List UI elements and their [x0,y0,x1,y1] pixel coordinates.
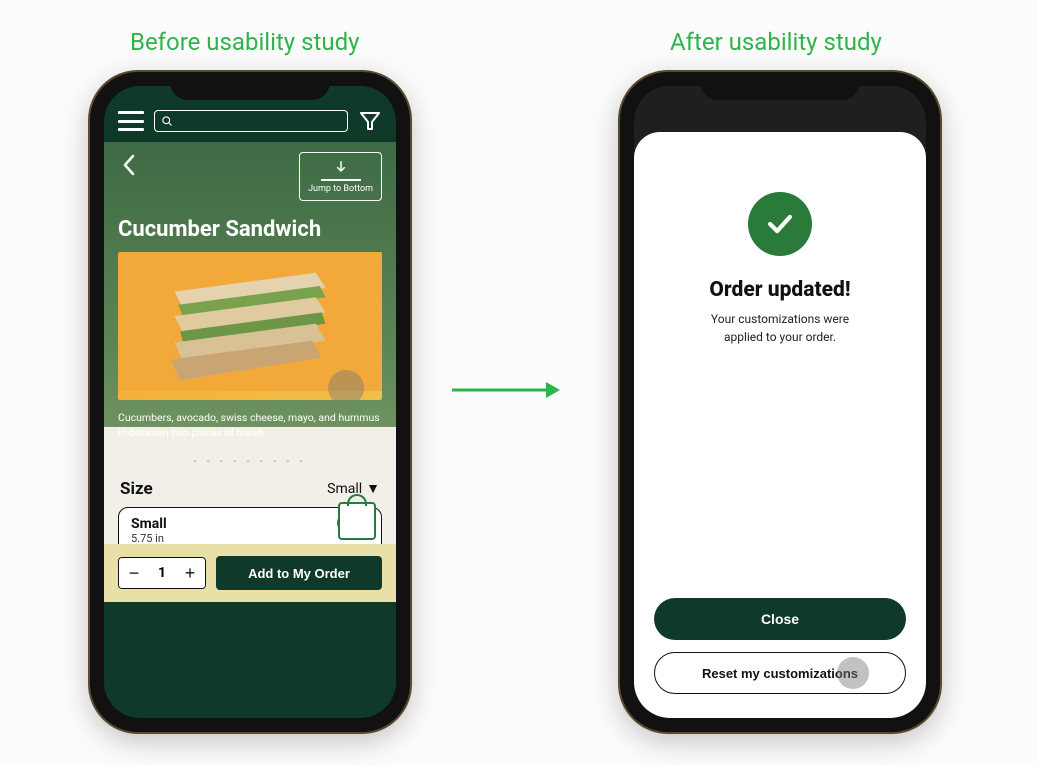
quantity-stepper: − 1 + [118,557,206,589]
back-button[interactable] [118,152,140,184]
product-hero: Jump to Bottom Cucumber Sandwich [104,142,396,602]
menu-icon[interactable] [118,111,144,131]
phone-after: Order updated! Your customizations were … [620,72,940,732]
download-icon [332,159,350,177]
screen-after: Order updated! Your customizations were … [634,86,926,718]
after-heading: After usability study [670,28,882,56]
arrow-right-icon [450,380,560,400]
success-check-icon [748,192,812,256]
size-option-name: Small [131,516,167,532]
jump-to-bottom-button[interactable]: Jump to Bottom [299,152,382,201]
screen-before: Jump to Bottom Cucumber Sandwich [104,86,396,718]
add-to-order-bar: − 1 + Add to My Order [104,544,396,602]
size-heading: Size [120,479,153,499]
search-icon [161,115,173,127]
bag-icon[interactable] [338,502,376,540]
modal-title: Order updated! [709,278,850,302]
reset-customizations-button[interactable]: Reset my customizations [654,652,906,694]
phone-notch [170,72,330,100]
touch-indicator [837,657,869,689]
add-to-order-button[interactable]: Add to My Order [216,556,382,590]
phone-notch [700,72,860,100]
before-heading: Before usability study [130,28,359,56]
close-button[interactable]: Close [654,598,906,640]
product-title: Cucumber Sandwich [118,217,382,242]
chevron-down-icon: ▼ [366,480,380,497]
product-image [118,252,382,400]
phone-before: Jump to Bottom Cucumber Sandwich [90,72,410,732]
filter-icon[interactable] [358,109,382,133]
section-divider: - - - - - - - - - [118,456,382,467]
qty-decrease-button[interactable]: − [119,558,149,588]
jump-label: Jump to Bottom [308,184,373,194]
product-description: Cucumbers, avocado, swiss cheese, mayo, … [118,410,382,440]
qty-increase-button[interactable]: + [175,558,205,588]
modal-subtitle: Your customizations were applied to your… [711,310,849,346]
confirmation-modal: Order updated! Your customizations were … [634,132,926,718]
qty-value: 1 [149,565,175,581]
search-input[interactable] [154,110,348,132]
size-option-dim: 5.75 in [131,532,167,545]
